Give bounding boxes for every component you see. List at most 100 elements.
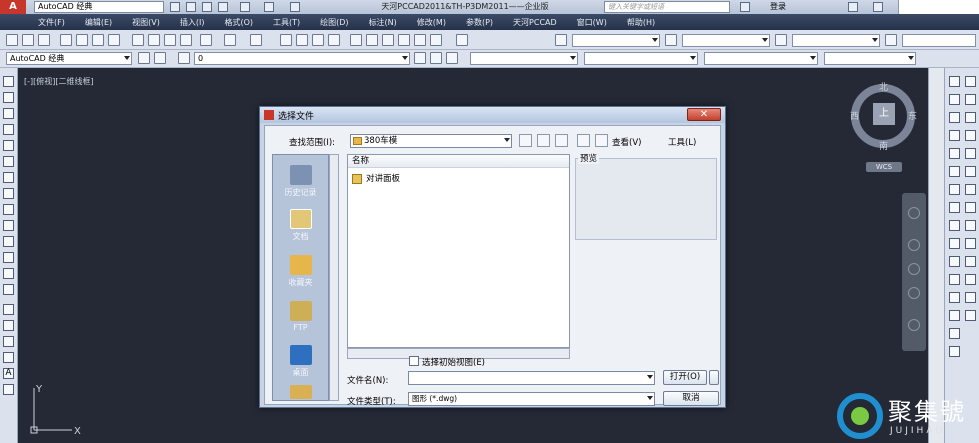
close-button[interactable]: ✕ — [687, 108, 721, 121]
initial-view-checkbox[interactable] — [409, 356, 419, 366]
text-style-combo[interactable] — [572, 34, 660, 47]
compass-west[interactable]: 西 — [850, 109, 859, 122]
move-icon[interactable] — [949, 166, 960, 177]
quick-dim-icon[interactable] — [965, 220, 976, 231]
orbit-nav-icon[interactable] — [908, 287, 920, 299]
table-style-icon[interactable] — [775, 34, 787, 46]
polygon-icon[interactable] — [3, 124, 14, 135]
menu-window[interactable]: 窗口(W) — [577, 17, 607, 28]
zoom-realtime-icon[interactable] — [296, 34, 308, 46]
tool-palettes-icon[interactable] — [382, 34, 394, 46]
dim-arc-icon[interactable] — [965, 112, 976, 123]
tools-menu[interactable]: 工具(L) — [668, 136, 696, 148]
login-link[interactable]: 登录 — [770, 0, 786, 14]
look-in-select[interactable]: 380车模 — [350, 134, 512, 148]
layer-properties-icon[interactable] — [178, 52, 190, 64]
layer-state-icon[interactable] — [446, 52, 458, 64]
file-item[interactable]: 对讲面板 — [352, 173, 400, 185]
linetype-combo[interactable] — [584, 52, 698, 65]
gradient-icon[interactable] — [3, 320, 14, 331]
redo-icon[interactable] — [264, 2, 274, 12]
multileader-style-icon[interactable] — [885, 34, 897, 46]
array-icon[interactable] — [949, 148, 960, 159]
table-icon[interactable] — [3, 352, 14, 363]
dim-jogged-icon[interactable] — [965, 166, 976, 177]
trim-icon[interactable] — [949, 238, 960, 249]
place-ftp[interactable]: FTP — [273, 301, 328, 332]
search-web-icon[interactable] — [555, 134, 568, 147]
back-icon[interactable] — [519, 134, 532, 147]
filetype-select[interactable]: 图形 (*.dwg) — [408, 392, 655, 406]
block-editor-icon[interactable] — [200, 34, 212, 46]
multiline-text-icon[interactable]: A — [3, 368, 14, 379]
dim-radius-icon[interactable] — [965, 148, 976, 159]
fillet-icon[interactable] — [949, 328, 960, 339]
erase-icon[interactable] — [949, 76, 960, 87]
arc-icon[interactable] — [3, 156, 14, 167]
sheet-set-icon[interactable] — [398, 34, 410, 46]
workspace-settings-icon[interactable] — [138, 52, 150, 64]
explode-icon[interactable] — [949, 346, 960, 357]
views-menu[interactable]: 查看(V) — [612, 136, 641, 148]
binoculars-icon[interactable] — [740, 2, 750, 12]
ellipse-arc-icon[interactable] — [3, 236, 14, 247]
spline-icon[interactable] — [3, 204, 14, 215]
save-file-icon[interactable] — [38, 34, 50, 46]
place-more[interactable] — [273, 385, 328, 401]
layer-previous-icon[interactable] — [430, 52, 442, 64]
hatch-icon[interactable] — [3, 304, 14, 315]
redo-tb-icon[interactable] — [250, 34, 262, 46]
chamfer-icon[interactable] — [949, 310, 960, 321]
scale-icon[interactable] — [949, 202, 960, 213]
help-tb-icon[interactable] — [456, 34, 468, 46]
dim-diameter-icon[interactable] — [965, 184, 976, 195]
copy-icon[interactable] — [148, 34, 160, 46]
pan-icon[interactable] — [280, 34, 292, 46]
copy-object-icon[interactable] — [949, 94, 960, 105]
table-style-combo[interactable] — [792, 34, 880, 47]
lineweight-combo[interactable] — [704, 52, 818, 65]
undo-icon[interactable] — [240, 2, 250, 12]
extend-icon[interactable] — [949, 256, 960, 267]
insert-block-icon[interactable] — [3, 252, 14, 263]
new-folder-icon[interactable] — [595, 134, 608, 147]
point-icon[interactable] — [3, 284, 14, 295]
column-header-name[interactable]: 名称 — [348, 155, 569, 168]
place-history[interactable]: 历史记录 — [273, 165, 328, 198]
search-input[interactable]: 键入关键字或短语 — [604, 1, 730, 13]
qnew-icon[interactable] — [6, 34, 18, 46]
markup-icon[interactable] — [414, 34, 426, 46]
up-folder-icon[interactable] — [537, 134, 550, 147]
dialog-titlebar[interactable]: 选择文件 ✕ — [260, 107, 725, 123]
menu-format[interactable]: 格式(O) — [224, 17, 253, 28]
center-mark-icon[interactable] — [965, 292, 976, 303]
dim-style-combo[interactable] — [682, 34, 770, 47]
dim-ordinate-icon[interactable] — [965, 130, 976, 141]
place-desktop[interactable]: 桌面 — [273, 345, 328, 378]
preview-icon[interactable] — [76, 34, 88, 46]
paste-icon[interactable] — [164, 34, 176, 46]
workspace-title-combo[interactable]: AutoCAD 经典 — [34, 1, 164, 13]
layer-combo[interactable]: 0 — [194, 52, 410, 65]
ellipse-icon[interactable] — [3, 220, 14, 231]
cancel-button[interactable]: 取消 — [663, 391, 719, 406]
menu-view[interactable]: 视图(V) — [132, 17, 160, 28]
zoom-previous-icon[interactable] — [328, 34, 340, 46]
menu-tools[interactable]: 工具(T) — [273, 17, 300, 28]
steering-wheel-icon[interactable] — [908, 207, 920, 219]
dim-angular-icon[interactable] — [965, 202, 976, 213]
add-selected-icon[interactable] — [3, 384, 14, 395]
places-scrollbar[interactable] — [329, 154, 339, 401]
cut-icon[interactable] — [132, 34, 144, 46]
print-icon[interactable] — [290, 2, 300, 12]
join-icon[interactable] — [949, 292, 960, 303]
wcs-menu[interactable]: WCS — [866, 162, 902, 172]
menu-help[interactable]: 帮助(H) — [627, 17, 655, 28]
app-logo[interactable]: A — [0, 0, 26, 14]
open-file-icon[interactable] — [22, 34, 34, 46]
plot-style-combo[interactable] — [824, 52, 916, 65]
make-current-icon[interactable] — [414, 52, 426, 64]
color-combo[interactable] — [470, 52, 578, 65]
line-icon[interactable] — [3, 76, 14, 87]
make-block-icon[interactable] — [3, 268, 14, 279]
